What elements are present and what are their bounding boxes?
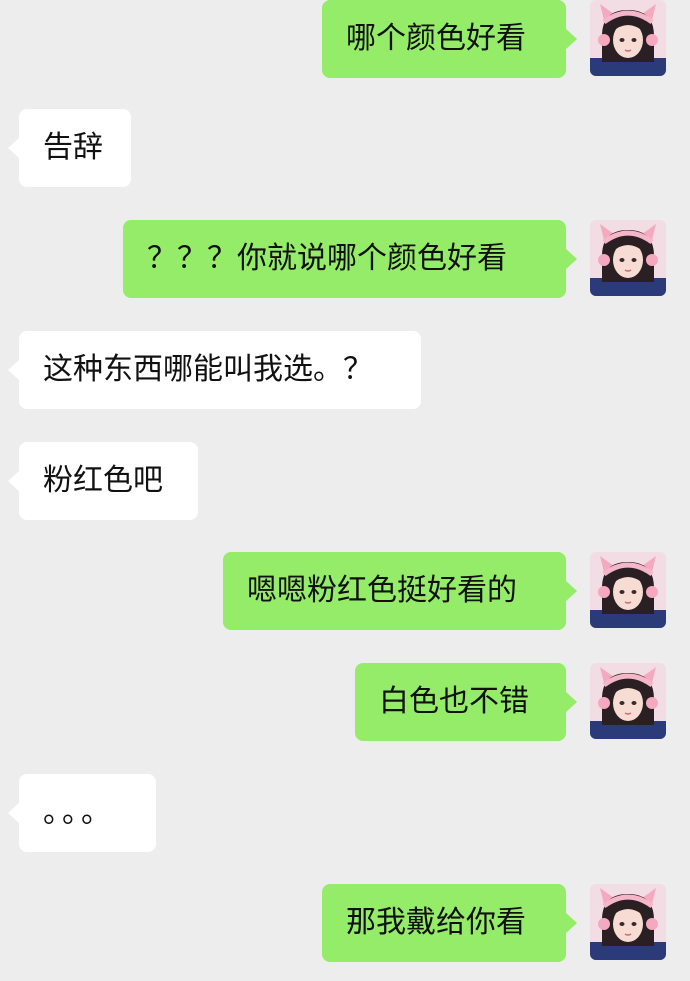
message-bubble-mine[interactable]: 白色也不错: [355, 663, 577, 741]
message-bubble-other[interactable]: 。。。: [8, 774, 156, 852]
user-avatar[interactable]: [590, 663, 666, 739]
avatar-girl-icon: [590, 663, 666, 739]
user-avatar[interactable]: [590, 0, 666, 76]
user-avatar[interactable]: [590, 884, 666, 960]
avatar-girl-icon: [590, 220, 666, 296]
user-avatar[interactable]: [590, 552, 666, 628]
avatar-girl-icon: [590, 884, 666, 960]
message-bubble-mine[interactable]: 嗯嗯粉红色挺好看的: [223, 552, 577, 630]
user-avatar[interactable]: [590, 220, 666, 296]
message-bubble-other[interactable]: 粉红色吧: [8, 442, 198, 520]
message-bubble-mine[interactable]: 哪个颜色好看: [322, 0, 577, 78]
avatar-girl-icon: [590, 0, 666, 76]
avatar-girl-icon: [590, 552, 666, 628]
message-bubble-other[interactable]: 这种东西哪能叫我选。？: [8, 331, 421, 409]
message-bubble-mine[interactable]: ？？？你就说哪个颜色好看: [123, 220, 577, 298]
message-bubble-mine[interactable]: 那我戴给你看: [322, 884, 577, 962]
message-bubble-other[interactable]: 告辞: [8, 109, 131, 187]
